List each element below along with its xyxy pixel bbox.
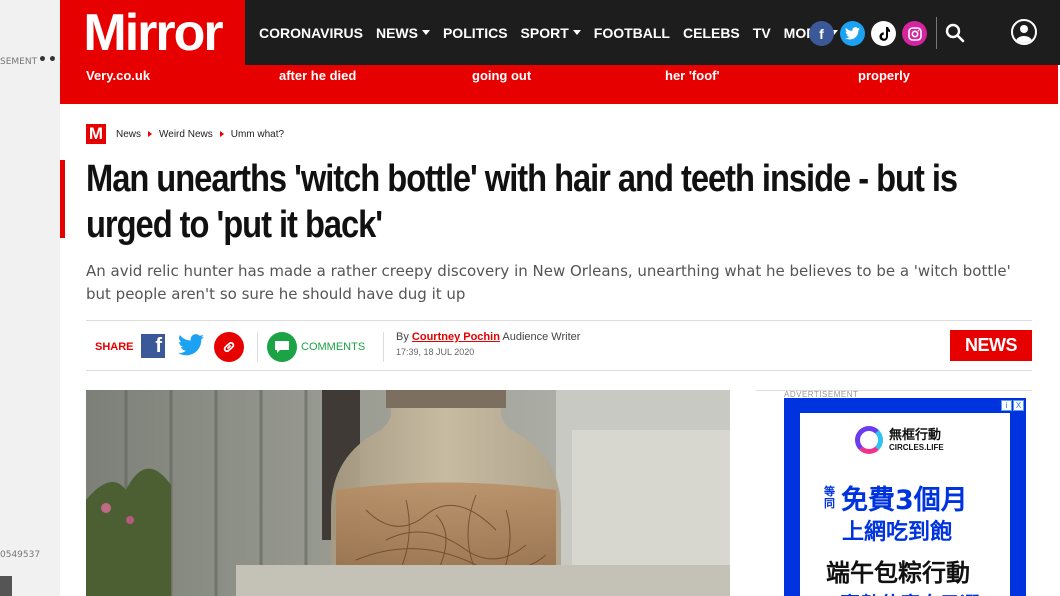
ad-subheadline: 上網吃到飽 [842, 520, 953, 545]
byline-prefix: By [396, 331, 409, 343]
copy-link-icon[interactable] [214, 332, 244, 362]
author-link[interactable]: Courtney Pochin [412, 331, 500, 343]
facebook-icon[interactable]: f [809, 21, 834, 46]
ad-brand-name-en: CIRCLES.LIFE [889, 442, 944, 452]
breadcrumb: M News Weird News Umm what? [86, 124, 284, 144]
facebook-glyph: f [819, 25, 824, 42]
nav-label: SPORT [520, 24, 569, 41]
mirror-m-icon[interactable]: M [86, 124, 106, 144]
ad-info-icon[interactable]: i [1001, 400, 1012, 411]
chevron-down-icon [572, 30, 581, 35]
promo-link[interactable]: properly [858, 68, 910, 83]
ad-footer-text: 贏數什麼自己選 [840, 588, 980, 596]
ad-brand-name: 無框行動 [889, 427, 942, 443]
nav-celebs[interactable]: CELEBS [683, 25, 740, 41]
tiktok-icon[interactable] [871, 21, 896, 46]
ad-content: 無框行動 CIRCLES.LIFE 等同 免費3個月 上網吃到飽 端午包粽行動 … [800, 413, 1010, 596]
nav-sport[interactable]: SPORT [521, 25, 581, 41]
section-badge[interactable]: NEWS [950, 330, 1032, 361]
article-standfirst: An avid relic hunter has made a rather c… [86, 262, 1011, 303]
nav-label: CORONAVIRUS [259, 24, 363, 41]
social-links: f [809, 21, 927, 46]
main-nav: CORONAVIRUS NEWS POLITICS SPORT FOOTBALL… [259, 0, 851, 65]
nav-label: FOOTBALL [593, 24, 670, 41]
breadcrumb-weird-news[interactable]: Weird News [159, 129, 213, 140]
promo-strip: Very.co.uk after he died going out her '… [60, 65, 1058, 104]
advertisement-banner[interactable]: i X 無框行動 CIRCLES.LIFE 等同 免費3個月 上網吃到飽 端午包… [784, 398, 1026, 596]
witch-bottle-photo [86, 390, 730, 596]
share-twitter-icon[interactable] [178, 334, 204, 358]
article-headline: Man unearths 'witch bottle' with hair an… [86, 158, 958, 246]
nav-label: POLITICS [442, 24, 508, 41]
mirror-logo[interactable]: Mirror [60, 0, 245, 65]
ad-small-text: 等同 [824, 484, 835, 510]
comment-icon [267, 332, 297, 362]
nav-politics[interactable]: POLITICS [443, 25, 508, 41]
account-icon[interactable] [1011, 19, 1037, 45]
divider [86, 320, 1032, 321]
ad-campaign-text: 端午包粽行動 [826, 559, 970, 587]
nav-label: TV [752, 24, 771, 41]
chevron-right-icon [219, 131, 224, 137]
headline-accent-bar [60, 160, 65, 238]
promo-link[interactable]: Very.co.uk [86, 68, 150, 83]
share-label: SHARE [95, 341, 134, 353]
nav-label: CELEBS [682, 24, 740, 41]
divider [383, 332, 384, 362]
divider [86, 370, 1032, 371]
facebook-glyph: f [155, 335, 162, 357]
ad-big-text: 免費3個月 [841, 485, 968, 516]
twitter-icon[interactable] [840, 21, 865, 46]
top-navigation-bar: Mirror CORONAVIRUS NEWS POLITICS SPORT F… [60, 0, 1060, 65]
circles-life-logo-icon [855, 426, 883, 454]
nav-football[interactable]: FOOTBALL [594, 25, 670, 41]
ad-headline: 等同 免費3個月 [824, 478, 968, 517]
close-icon[interactable]: X [1013, 400, 1024, 411]
divider [257, 332, 258, 362]
nav-news[interactable]: NEWS [376, 25, 430, 41]
gutter-ad-label: SEMENT [0, 57, 38, 67]
breadcrumb-umm-what[interactable]: Umm what? [231, 129, 284, 140]
promo-link[interactable]: going out [472, 68, 531, 83]
publish-timestamp: 17:39, 18 JUL 2020 [396, 347, 475, 357]
comments-label: COMMENTS [301, 341, 366, 353]
left-gutter: SEMENT ••• 0549537 [0, 0, 67, 596]
promo-link[interactable]: her 'foof' [665, 68, 720, 83]
share-facebook-icon[interactable]: f [141, 334, 165, 358]
breadcrumb-news[interactable]: News [116, 129, 141, 140]
instagram-icon[interactable] [902, 21, 927, 46]
logo-text: Mirror [83, 3, 223, 62]
nav-divider [936, 17, 937, 49]
chevron-right-icon [148, 131, 153, 137]
gutter-number: 0549537 [0, 550, 41, 560]
byline: By Courtney Pochin Audience Writer [396, 331, 580, 343]
ad-brand: 無框行動 CIRCLES.LIFE [855, 426, 944, 454]
author-role: Audience Writer [502, 331, 581, 343]
gutter-tab[interactable] [0, 576, 12, 596]
promo-link[interactable]: after he died [279, 68, 356, 83]
ad-choices[interactable]: i X [1001, 400, 1024, 411]
comments-button[interactable]: COMMENTS [267, 332, 365, 362]
chevron-down-icon [421, 30, 430, 35]
nav-label: NEWS [375, 24, 418, 41]
search-icon[interactable] [944, 22, 966, 44]
article-hero-image[interactable] [86, 390, 730, 596]
nav-tv[interactable]: TV [753, 25, 771, 41]
nav-coronavirus[interactable]: CORONAVIRUS [259, 25, 363, 41]
